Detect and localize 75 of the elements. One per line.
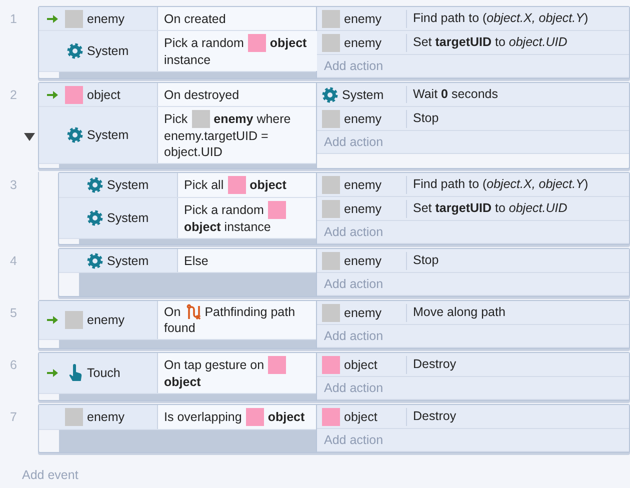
condition-text: Pick a random <box>164 35 244 51</box>
hand-icon <box>67 363 83 383</box>
action-text: Wait 0 seconds <box>412 86 499 103</box>
add-action-link[interactable]: Add action <box>317 131 629 154</box>
add-event-link[interactable]: Add event <box>22 468 78 482</box>
object-name: enemy <box>87 410 125 424</box>
object-name: enemy <box>87 313 125 327</box>
condition-text: enemy where <box>214 111 291 127</box>
event-number: 3 <box>9 177 17 192</box>
add-action-link[interactable]: Add action <box>317 55 629 78</box>
condition-text: enemy.targetUID = <box>164 128 268 144</box>
object-name: enemy <box>87 12 125 26</box>
object-name: System <box>87 44 129 58</box>
event-number: 5 <box>9 305 17 320</box>
object-name: enemy <box>344 202 382 216</box>
event-number: 7 <box>9 409 17 424</box>
gear-icon <box>322 86 338 102</box>
object-name: enemy <box>344 178 382 192</box>
object-name: enemy <box>344 36 382 50</box>
condition-text: object <box>250 177 286 193</box>
condition-text: On destroyed <box>164 86 240 102</box>
object-name: enemy <box>344 254 382 268</box>
action-text: Destroy <box>412 356 458 373</box>
action-text: Stop <box>412 252 440 269</box>
object-name: System <box>87 128 129 142</box>
object-name: enemy <box>344 112 382 126</box>
condition-text: Else <box>184 252 208 268</box>
gear-icon <box>67 127 83 143</box>
object-name: System <box>342 88 384 102</box>
expand-triangle-icon[interactable] <box>24 133 35 141</box>
add-action-link[interactable]: Add action <box>317 221 629 244</box>
object-name: System <box>107 254 149 268</box>
condition-text: On <box>164 304 181 320</box>
action-text: Stop <box>412 110 440 127</box>
object-name: System <box>107 178 149 192</box>
object-name: Touch <box>87 366 120 380</box>
action-text: Destroy <box>412 408 458 425</box>
condition-text: Pick all <box>184 177 224 193</box>
condition-text: On tap gesture on <box>164 357 264 373</box>
action-text: Find path to (object.X, object.Y) <box>412 10 590 27</box>
object-name: enemy <box>344 12 382 26</box>
object-name: object <box>344 358 378 372</box>
condition-text: Pick <box>164 111 188 127</box>
object-name: object <box>344 410 378 424</box>
event-number: 4 <box>9 253 17 268</box>
object-name: System <box>107 211 149 225</box>
event-number: 1 <box>9 11 17 26</box>
add-action-link[interactable]: Add action <box>317 377 629 400</box>
add-action-link[interactable]: Add action <box>317 273 629 296</box>
condition-text: object <box>270 35 307 51</box>
condition-text: Pick a random <box>184 202 264 218</box>
event-number: 2 <box>9 87 17 102</box>
gear-icon <box>87 177 103 193</box>
action-text: Set targetUID to object.UID <box>412 34 568 51</box>
condition-text: object.UID <box>164 144 222 160</box>
condition-text: found <box>164 320 196 336</box>
condition-text: object <box>164 374 201 390</box>
gear-icon <box>67 43 83 59</box>
gear-icon <box>87 252 103 268</box>
add-action-link[interactable]: Add action <box>317 325 629 348</box>
condition-text: On created <box>164 10 226 26</box>
condition-text: object <box>268 409 305 425</box>
event-number: 6 <box>9 357 17 372</box>
action-text: Set targetUID to object.UID <box>412 200 568 217</box>
condition-text: instance <box>164 52 211 68</box>
gear-icon <box>87 210 103 226</box>
object-name: enemy <box>344 306 382 320</box>
condition-text: Pathfinding path <box>204 304 296 320</box>
action-text: Find path to (object.X, object.Y) <box>412 176 590 193</box>
action-text: Move along path <box>412 304 506 321</box>
add-action-link[interactable]: Add action <box>317 429 629 452</box>
object-name: object <box>87 88 120 102</box>
condition-text: object instance <box>184 219 271 235</box>
path-icon <box>184 304 201 320</box>
condition-text: Is overlapping <box>164 409 242 425</box>
